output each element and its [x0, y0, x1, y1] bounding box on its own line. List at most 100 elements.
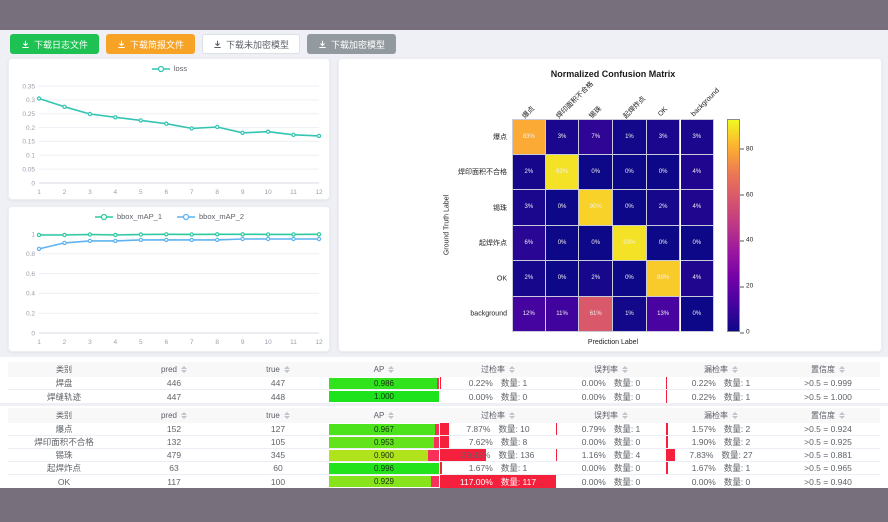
sort-icon[interactable] [181, 412, 187, 419]
matrix-cell: 0% [613, 261, 647, 297]
sort-icon[interactable] [839, 412, 845, 419]
svg-text:8: 8 [215, 339, 219, 346]
metrics-table-2: 类别predtrueAP过检率误判率漏检率置信度爆点1521270.9677.8… [0, 406, 888, 488]
matrix-row-label: 爆点 [339, 132, 507, 142]
rate-count: 数量: 1 [724, 462, 750, 474]
pred-count: 63 [120, 462, 228, 474]
map-chart-legend: bbox_mAP_1 bbox_mAP_2 [9, 212, 329, 221]
ap-cell: 0.900 [328, 449, 440, 461]
confusion-matrix-ylabel: Ground Truth Label [444, 195, 451, 255]
column-header[interactable]: AP [328, 362, 440, 377]
column-header[interactable]: 漏检率 [666, 362, 776, 377]
rate-cell: 0.00%数量: 0 [556, 436, 666, 448]
column-header[interactable]: 误判率 [556, 362, 666, 377]
column-header[interactable]: pred [120, 408, 228, 423]
column-header[interactable]: true [228, 362, 328, 377]
matrix-cell: 0% [647, 155, 681, 191]
sort-icon[interactable] [839, 366, 845, 373]
matrix-cell: 0% [546, 226, 580, 262]
rate-cell: 0.22%数量: 1 [666, 377, 776, 389]
ap-value: 1.000 [329, 391, 439, 402]
svg-text:0: 0 [31, 180, 35, 187]
svg-text:6: 6 [164, 339, 168, 346]
sort-icon[interactable] [732, 366, 738, 373]
column-header[interactable]: 置信度 [776, 408, 880, 423]
download-report-button[interactable]: 下载简报文件 [106, 34, 195, 54]
svg-text:5: 5 [139, 189, 143, 196]
pred-count: 152 [120, 423, 228, 435]
legend-item[interactable]: loss [151, 64, 187, 73]
rate-cell: 0.00%数量: 0 [440, 390, 556, 403]
legend-marker-icon [151, 65, 171, 73]
rate-cell: 0.00%数量: 0 [556, 462, 666, 474]
column-header[interactable]: 过检率 [440, 408, 556, 423]
legend-marker-icon [94, 213, 114, 221]
rate-cell: 0.00%数量: 0 [556, 475, 666, 488]
rate-cell: 1.67%数量: 1 [666, 462, 776, 474]
rate-count: 数量: 1 [724, 377, 750, 389]
sort-icon[interactable] [509, 366, 515, 373]
matrix-cell: 90% [579, 190, 613, 226]
column-header[interactable]: AP [328, 408, 440, 423]
download-plain-model-button[interactable]: 下载未加密模型 [202, 34, 300, 54]
column-header[interactable]: 漏检率 [666, 408, 776, 423]
rate-count: 数量: 0 [614, 462, 640, 474]
svg-text:0.2: 0.2 [26, 125, 35, 132]
rate-cell: 0.00%数量: 0 [556, 377, 666, 389]
matrix-row-label: 焊印面积不合格 [339, 167, 507, 177]
true-count: 345 [228, 449, 328, 461]
rate-percent: 0.00% [582, 378, 606, 388]
rate-bar [666, 462, 668, 474]
legend-item[interactable]: bbox_mAP_1 [94, 212, 162, 221]
column-header[interactable]: 置信度 [776, 362, 880, 377]
confidence-value: >0.5 = 0.940 [776, 475, 880, 488]
matrix-col-label: OK [657, 106, 669, 118]
download-icon [213, 40, 222, 49]
svg-text:0.3: 0.3 [26, 97, 35, 104]
download-log-button[interactable]: 下载日志文件 [10, 34, 99, 54]
dashboard-screen: 下载日志文件 下载简报文件 下载未加密模型 下载加密模型 loss 0 0.05 0… [0, 0, 888, 522]
svg-text:3: 3 [88, 339, 92, 346]
sort-icon[interactable] [388, 366, 394, 373]
sort-icon[interactable] [732, 412, 738, 419]
sort-icon[interactable] [388, 412, 394, 419]
rate-bar [666, 436, 668, 448]
map-chart: 00.20.40.60.81123456789101112 [11, 227, 329, 349]
matrix-cell: 11% [546, 297, 580, 333]
rate-cell: 7.62%数量: 8 [440, 436, 556, 448]
sort-icon[interactable] [284, 366, 290, 373]
sort-icon[interactable] [509, 412, 515, 419]
colorbar-tick: 60 [746, 191, 753, 198]
sort-icon[interactable] [622, 412, 628, 419]
sort-icon[interactable] [622, 366, 628, 373]
rate-percent: 39.42% [462, 450, 491, 460]
column-header[interactable]: true [228, 408, 328, 423]
matrix-cell: 0% [546, 261, 580, 297]
column-header[interactable]: pred [120, 362, 228, 377]
rate-count: 数量: 1 [724, 391, 750, 403]
matrix-cell: 61% [579, 297, 613, 333]
svg-text:4: 4 [114, 339, 118, 346]
ap-bar: 0.953 [329, 437, 439, 448]
column-header[interactable]: 误判率 [556, 408, 666, 423]
map-chart-card: bbox_mAP_1bbox_mAP_2 00.20.40.60.8112345… [8, 206, 330, 352]
sort-icon[interactable] [284, 412, 290, 419]
rate-count: 数量: 10 [498, 423, 529, 435]
sort-icon[interactable] [181, 366, 187, 373]
ap-cell: 1.000 [328, 390, 440, 403]
rate-percent: 0.00% [469, 392, 493, 402]
legend-label: bbox_mAP_2 [199, 212, 244, 221]
table-row: 爆点1521270.9677.87%数量: 100.79%数量: 11.57%数… [8, 423, 880, 436]
download-encrypted-model-button[interactable]: 下载加密模型 [307, 34, 396, 54]
svg-text:0.05: 0.05 [22, 166, 35, 173]
rate-cell: 1.90%数量: 2 [666, 436, 776, 448]
svg-text:0.2: 0.2 [26, 311, 35, 318]
column-header[interactable]: 过检率 [440, 362, 556, 377]
rate-cell: 7.83%数量: 27 [666, 449, 776, 461]
rate-percent: 0.00% [692, 477, 716, 487]
rate-cell: 39.42%数量: 136 [440, 449, 556, 461]
legend-item[interactable]: bbox_mAP_2 [176, 212, 244, 221]
matrix-cell: 89% [647, 261, 681, 297]
true-count: 100 [228, 475, 328, 488]
rate-percent: 1.90% [692, 437, 716, 447]
